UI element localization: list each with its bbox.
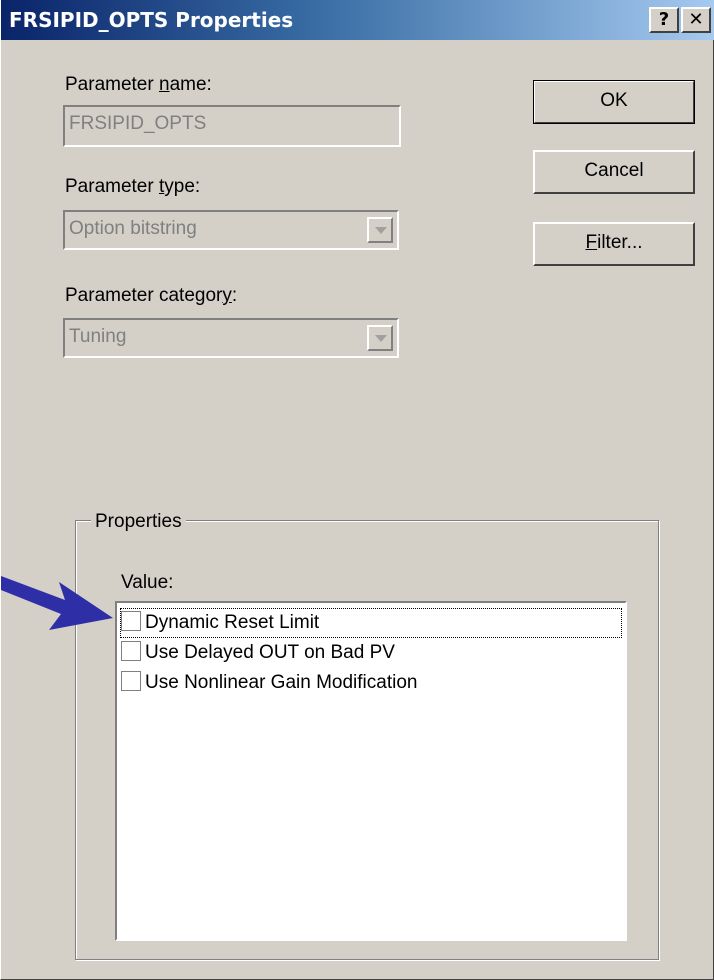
- checkbox[interactable]: [121, 641, 141, 662]
- properties-dialog: FRSIPID_OPTS Properties ? ✕ Parameter na…: [0, 0, 714, 980]
- label-text: :: [231, 285, 238, 306]
- list-item[interactable]: Dynamic Reset Limit: [120, 608, 622, 638]
- label-accel: n: [158, 74, 170, 95]
- label-text: Parameter: [65, 74, 159, 95]
- checkbox[interactable]: [121, 611, 141, 632]
- parameter-name-field: FRSIPID_OPTS: [63, 105, 401, 147]
- parameter-category-dropdown[interactable]: Tuning: [63, 318, 399, 358]
- label-text: ype:: [164, 176, 201, 197]
- parameter-name-label: Parameter name:: [65, 74, 212, 96]
- arrow-icon: [1, 576, 113, 630]
- label-accel: y: [222, 285, 232, 306]
- list-item-label: Dynamic Reset Limit: [145, 612, 320, 633]
- list-item[interactable]: Use Nonlinear Gain Modification: [121, 669, 417, 697]
- close-button[interactable]: ✕: [681, 7, 711, 33]
- parameter-category-value: Tuning: [69, 326, 127, 347]
- filter-label: ilter...: [597, 232, 643, 253]
- cancel-button[interactable]: Cancel: [533, 150, 695, 194]
- value-listbox[interactable]: Dynamic Reset Limit Use Delayed OUT on B…: [115, 601, 627, 941]
- parameter-type-label: Parameter type:: [65, 176, 200, 198]
- checkbox[interactable]: [121, 671, 141, 692]
- ok-button[interactable]: OK: [533, 80, 695, 124]
- parameter-type-dropdown[interactable]: Option bitstring: [63, 210, 399, 250]
- parameter-category-label: Parameter category:: [65, 285, 237, 307]
- list-item-label: Use Delayed OUT on Bad PV: [145, 642, 395, 663]
- value-label: Value:: [121, 572, 174, 593]
- label-text: Parameter: [65, 176, 159, 197]
- filter-button[interactable]: Filter...: [533, 222, 695, 266]
- list-item-label: Use Nonlinear Gain Modification: [145, 672, 418, 693]
- list-item[interactable]: Use Delayed OUT on Bad PV: [121, 639, 395, 667]
- filter-accel: F: [585, 232, 598, 253]
- properties-group-title: Properties: [91, 511, 186, 533]
- title-bar[interactable]: FRSIPID_OPTS Properties ? ✕: [1, 0, 714, 40]
- label-text: ame:: [169, 74, 212, 95]
- help-button[interactable]: ?: [649, 7, 679, 33]
- parameter-type-value: Option bitstring: [69, 218, 197, 239]
- chevron-down-icon[interactable]: [367, 325, 393, 351]
- label-text: Parameter categor: [65, 285, 223, 306]
- window-title: FRSIPID_OPTS Properties: [9, 8, 294, 32]
- chevron-down-icon[interactable]: [367, 217, 393, 243]
